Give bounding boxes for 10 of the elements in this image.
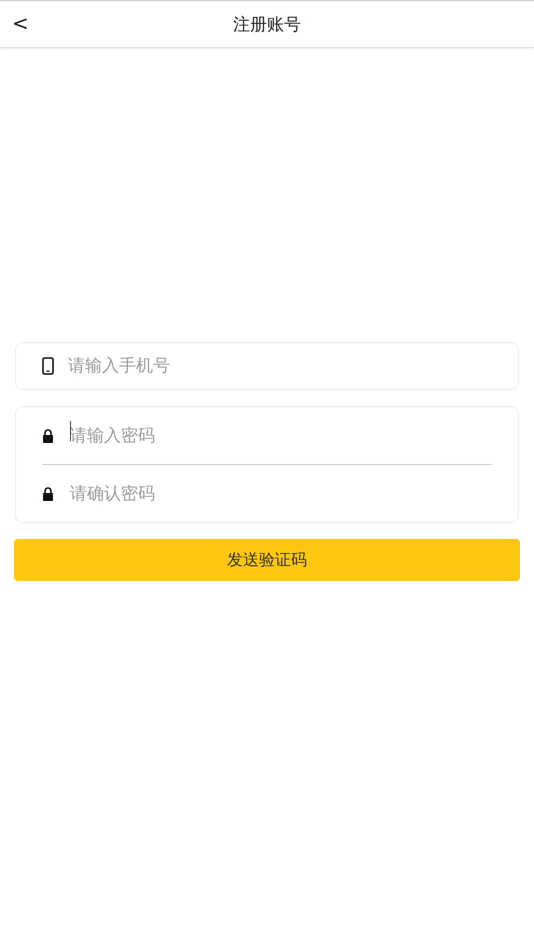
back-button[interactable]: < [8,9,33,37]
send-code-button[interactable]: 发送验证码 [14,539,520,581]
phone-field[interactable]: 请输入手机号 [15,342,519,390]
page-title: 注册账号 [233,14,301,36]
input-field[interactable]: 请输入手机号 [68,356,492,376]
input-field[interactable]: 请输入密码 [70,426,492,446]
phone-icon [42,357,54,375]
lock-icon [42,428,54,442]
lock-icon [42,486,54,500]
input-field[interactable]: 请确认密码 [70,484,492,504]
